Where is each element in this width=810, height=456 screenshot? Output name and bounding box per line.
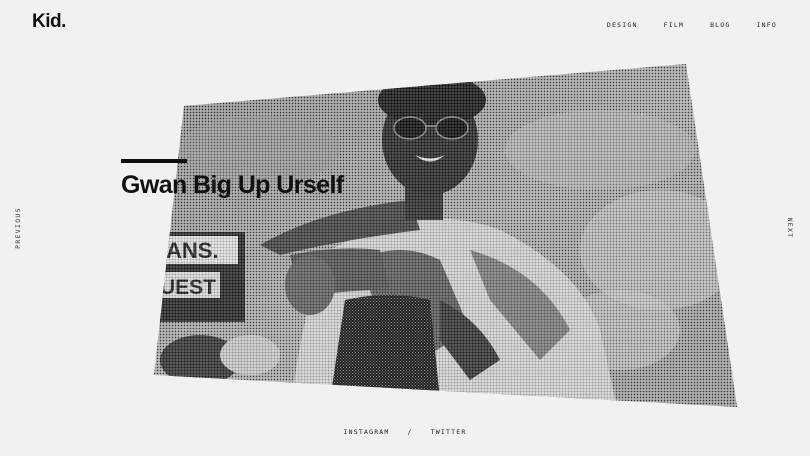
next-link[interactable]: NEXT	[786, 218, 794, 239]
social-links: INSTAGRAM / TWITTER	[0, 428, 810, 436]
nav-design[interactable]: DESIGN	[607, 21, 638, 29]
sign-text-top: ANS.	[166, 238, 219, 263]
nav-info[interactable]: INFO	[757, 21, 777, 29]
title-accent-bar	[121, 159, 187, 163]
social-separator: /	[407, 428, 413, 436]
logo[interactable]: Kid.	[32, 11, 66, 33]
project-title[interactable]: Gwan Big Up Urself	[121, 171, 344, 200]
hero-section: ANS. UEST	[0, 0, 810, 456]
instagram-link[interactable]: INSTAGRAM	[344, 428, 390, 436]
twitter-link[interactable]: TWITTER	[431, 428, 467, 436]
sign-text-bottom: UEST	[160, 276, 216, 299]
nav-blog[interactable]: BLOG	[710, 21, 730, 29]
hero-image: ANS. UEST	[154, 64, 737, 407]
nav-film[interactable]: FILM	[664, 21, 684, 29]
main-nav: DESIGN FILM BLOG INFO	[607, 21, 777, 29]
previous-link[interactable]: PREVIOUS	[14, 207, 22, 249]
